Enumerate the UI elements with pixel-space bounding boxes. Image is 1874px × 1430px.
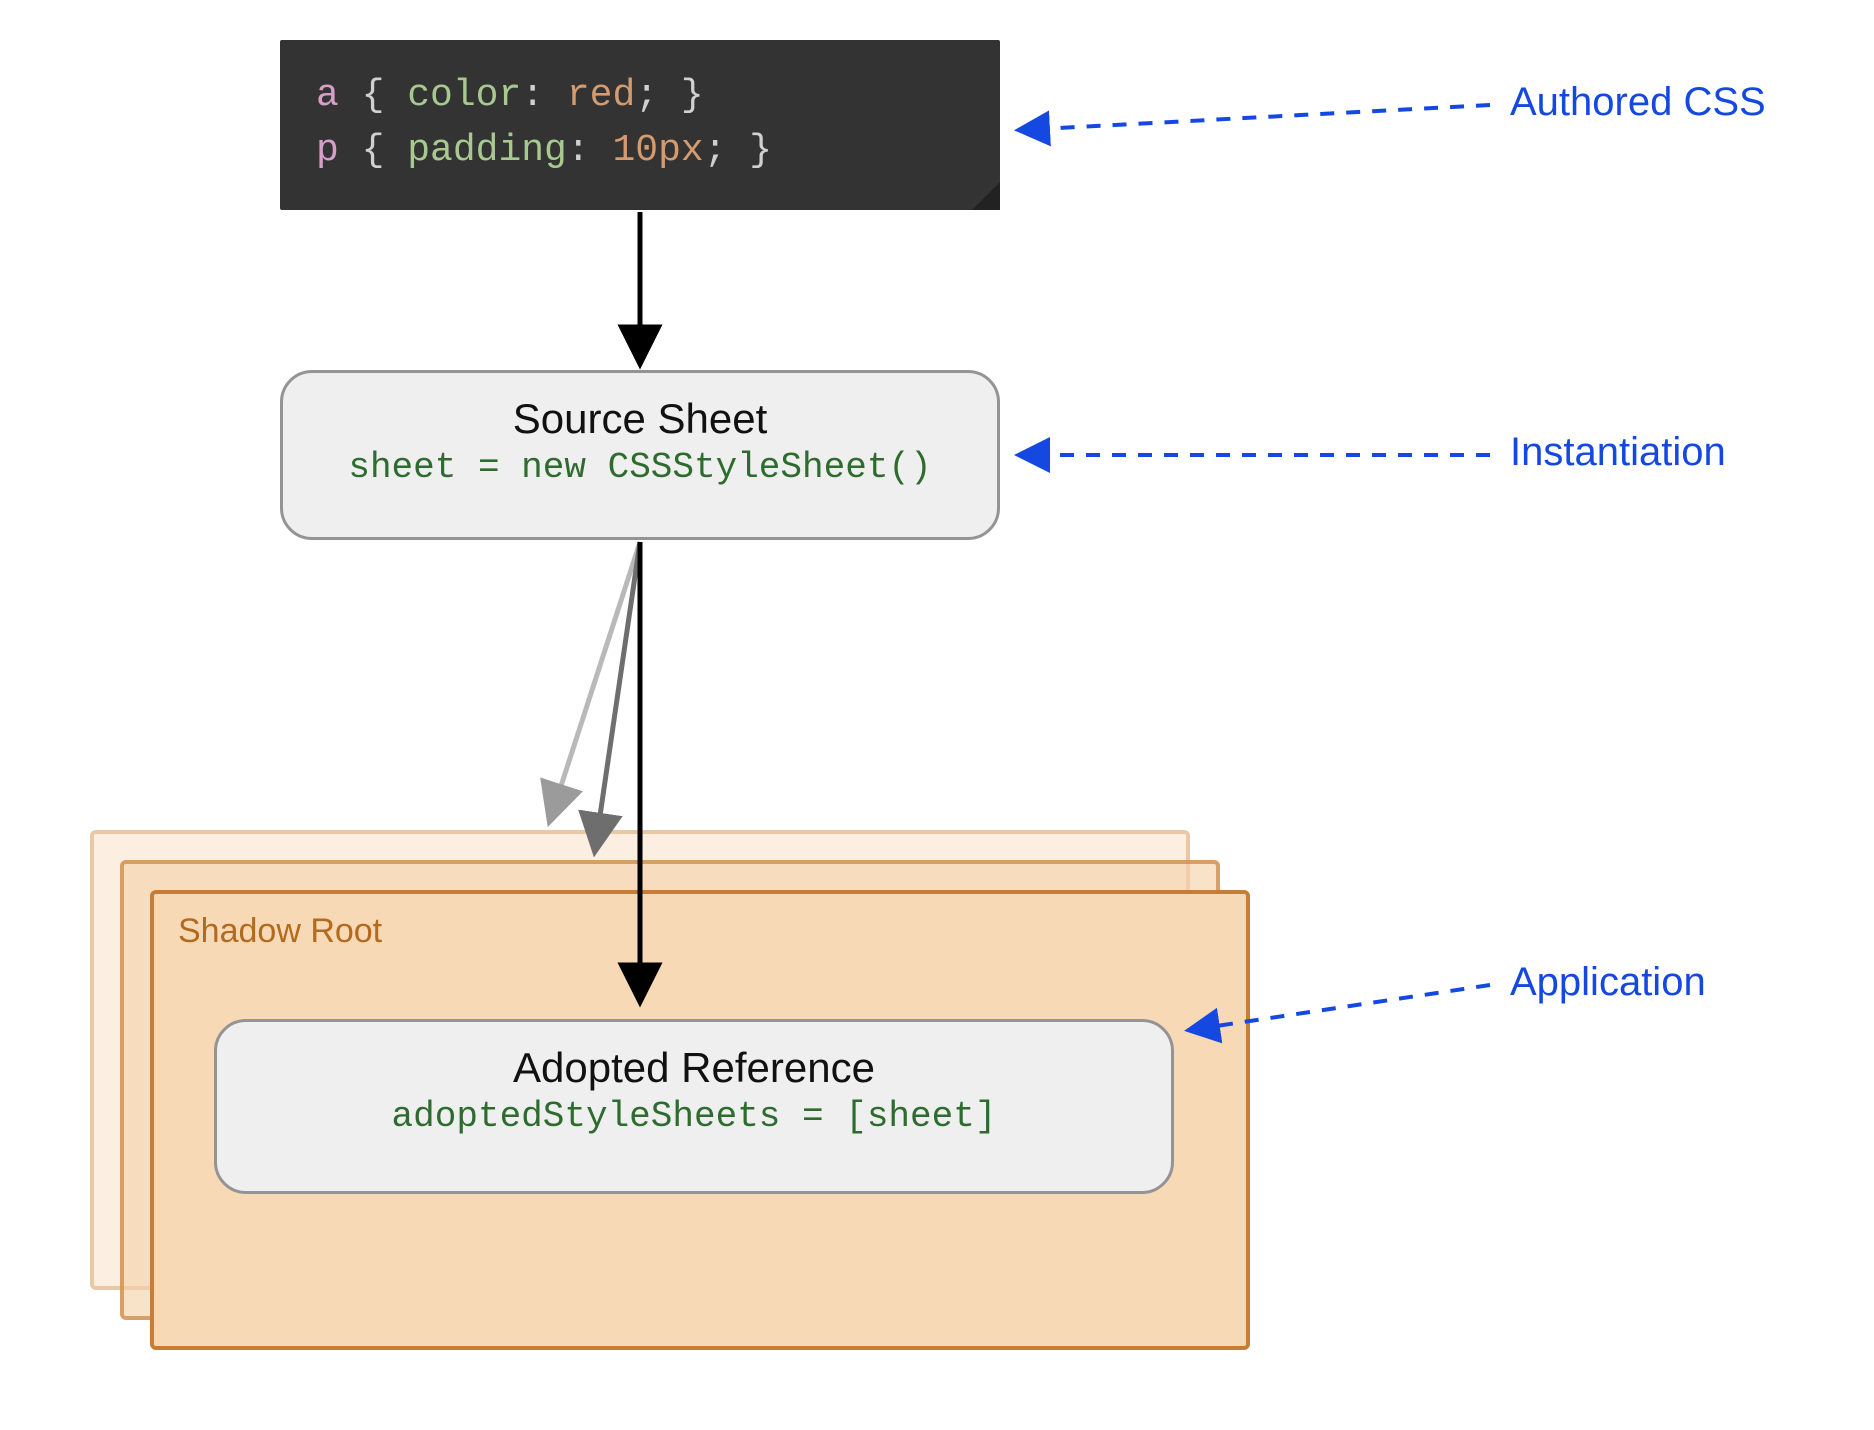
code-selector-a: a (316, 74, 339, 117)
code-selector-p: p (316, 129, 339, 172)
adopted-reference-box: Adopted Reference adoptedStyleSheets = [… (214, 1019, 1174, 1194)
code-value-10px: 10px (612, 129, 703, 172)
shadow-root-panel-front: Shadow Root Adopted Reference adoptedSty… (150, 890, 1250, 1350)
diagram-wrapper: a { color: red; } p { padding: 10px; } S… (50, 20, 1824, 1410)
shadow-root-label: Shadow Root (178, 912, 1222, 951)
annotation-authored-css: Authored CSS (1510, 80, 1766, 125)
source-sheet-code: sheet = new CSSStyleSheet() (293, 447, 987, 488)
source-sheet-title: Source Sheet (293, 395, 987, 443)
adopted-reference-code: adoptedStyleSheets = [sheet] (227, 1096, 1161, 1137)
code-property-padding: padding (407, 129, 567, 172)
code-line-2: p { padding: 10px; } (316, 123, 964, 178)
arrow-source-to-shadow-back-icon (550, 542, 640, 820)
arrow-source-to-shadow-mid-icon (595, 542, 640, 850)
annotation-application: Application (1510, 960, 1706, 1005)
code-value-red: red (567, 74, 635, 117)
code-property-color: color (407, 74, 521, 117)
annotation-instantiation: Instantiation (1510, 430, 1726, 475)
adopted-reference-title: Adopted Reference (227, 1044, 1161, 1092)
shadow-root-stack: Shadow Root Adopted Reference adoptedSty… (90, 830, 1190, 1330)
arrow-annotation-authored-icon (1020, 105, 1490, 130)
code-line-1: a { color: red; } (316, 68, 964, 123)
authored-css-code-block: a { color: red; } p { padding: 10px; } (280, 40, 1000, 210)
source-sheet-box: Source Sheet sheet = new CSSStyleSheet() (280, 370, 1000, 540)
